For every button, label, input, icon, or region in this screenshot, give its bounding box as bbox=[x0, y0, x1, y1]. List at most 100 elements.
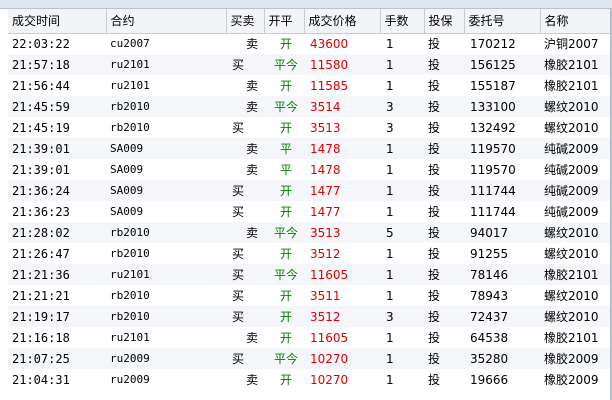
cell-side: 买 bbox=[226, 54, 264, 75]
cell-order-id: 133100 bbox=[464, 96, 540, 117]
cell-hedge: 投 bbox=[428, 205, 441, 219]
table-row[interactable]: 21:45:59 rb2010 卖平今 3514 3 投 133100 螺纹2010 bbox=[8, 96, 612, 117]
cell-name: 橡胶2009 bbox=[540, 348, 612, 369]
cell-time: 21:45:19 bbox=[12, 120, 70, 135]
cell-order-id: 119570 bbox=[464, 138, 540, 159]
table-row[interactable]: 21:04:31 ru2009 卖 开 10270 1 投 19666 橡胶2009 bbox=[8, 369, 612, 390]
table-row[interactable]: 21:28:02 rb2010 卖平今 3513 5 投 94017 螺纹2010 bbox=[8, 222, 612, 243]
cell-open-close: 开 bbox=[279, 373, 292, 387]
cell-order-id: 19666 bbox=[470, 372, 509, 387]
cell-name: 橡胶2101 bbox=[540, 264, 612, 285]
cell-qty: 3 bbox=[380, 96, 424, 117]
cell-contract: rb2010 bbox=[110, 289, 150, 302]
cell-hedge: 投 bbox=[424, 348, 464, 369]
cell-price: 1478 bbox=[310, 162, 341, 177]
cell-qty: 1 bbox=[386, 204, 394, 219]
trade-records-grid: 成交时间 合约 买卖 开平 成交价格 手数 投保 委托号 名称 22:03:22… bbox=[8, 9, 612, 400]
table-row[interactable]: 21:07:25 ru2009 买平今 10270 1 投 35280 橡胶2009 bbox=[8, 348, 612, 369]
cell-qty: 1 bbox=[386, 246, 394, 261]
cell-time: 21:26:47 bbox=[12, 246, 70, 261]
cell-qty: 3 bbox=[380, 306, 424, 327]
cell-side: 卖 bbox=[226, 222, 264, 243]
table-row[interactable]: 21:39:01 SA009 卖平 1478 1 投 119570 纯碱2009 bbox=[8, 159, 612, 180]
col-header-side[interactable]: 买卖 bbox=[226, 9, 265, 34]
col-header-name[interactable]: 名称 bbox=[540, 9, 612, 34]
cell-order-id: 91255 bbox=[470, 246, 509, 261]
cell-qty: 1 bbox=[380, 138, 424, 159]
cell-side: 卖 bbox=[245, 373, 258, 387]
col-header-open-close[interactable]: 开平 bbox=[264, 9, 305, 34]
cell-hedge: 投 bbox=[428, 247, 441, 261]
table-row[interactable]: 21:21:36 ru2101 买平今 11605 1 投 78146 橡胶2101 bbox=[8, 264, 612, 285]
top-panel-border bbox=[0, 0, 612, 9]
cell-order-id: 35280 bbox=[464, 348, 540, 369]
table-row[interactable]: 21:39:01 SA009 卖平 1478 1 投 119570 纯碱2009 bbox=[8, 138, 612, 159]
cell-name: 纯碱2009 bbox=[540, 180, 612, 201]
cell-name: 纯碱2009 bbox=[540, 138, 612, 159]
table-row[interactable]: 21:16:18 ru2101 卖 开 11605 1 投 64538 橡胶2101 bbox=[8, 327, 612, 348]
cell-name: 沪铜2007 bbox=[544, 37, 599, 52]
cell-order-id: 170212 bbox=[470, 36, 516, 51]
cell-price: 11580 bbox=[304, 54, 380, 75]
cell-open-close: 平今 bbox=[264, 54, 304, 75]
table-row[interactable]: 21:57:18 ru2101 买平今 11580 1 投 156125 橡胶2101 bbox=[8, 54, 612, 75]
cell-contract: rb2010 bbox=[106, 96, 226, 117]
cell-order-id: 111744 bbox=[464, 180, 540, 201]
cell-time: 21:36:23 bbox=[12, 204, 70, 219]
table-row[interactable]: 21:19:17 rb2010 买开 3512 3 投 72437 螺纹2010 bbox=[8, 306, 612, 327]
col-header-qty[interactable]: 手数 bbox=[380, 9, 425, 34]
table-row[interactable]: 21:36:24 SA009 买开 1477 1 投 111744 纯碱2009 bbox=[8, 180, 612, 201]
cell-name: 螺纹2010 bbox=[544, 121, 599, 135]
cell-name: 纯碱2009 bbox=[544, 205, 599, 219]
cell-time: 22:03:22 bbox=[12, 36, 70, 51]
table-row[interactable]: 21:21:21 rb2010 买 开 3511 1 投 78943 螺纹2010 bbox=[8, 285, 612, 306]
cell-qty: 1 bbox=[380, 264, 424, 285]
cell-qty: 1 bbox=[386, 78, 394, 93]
cell-price: 3513 bbox=[310, 120, 341, 135]
table-row[interactable]: 21:45:19 rb2010 买 开 3513 3 投 132492 螺纹2010 bbox=[8, 117, 612, 138]
col-header-hedge[interactable]: 投保 bbox=[424, 9, 465, 34]
cell-order-id: 72437 bbox=[464, 306, 540, 327]
cell-time: 21:28:02 bbox=[8, 222, 106, 243]
cell-time: 21:21:21 bbox=[12, 288, 70, 303]
col-header-price[interactable]: 成交价格 bbox=[304, 9, 381, 34]
col-header-time[interactable]: 成交时间 bbox=[8, 9, 107, 34]
cell-contract: ru2101 bbox=[106, 54, 226, 75]
col-header-order-id[interactable]: 委托号 bbox=[464, 9, 541, 34]
cell-hedge: 投 bbox=[428, 373, 441, 387]
cell-price: 3512 bbox=[304, 306, 380, 327]
cell-time: 21:04:31 bbox=[12, 372, 70, 387]
cell-price: 3514 bbox=[304, 96, 380, 117]
cell-contract: rb2010 bbox=[106, 222, 226, 243]
cell-hedge: 投 bbox=[428, 289, 441, 303]
cell-open-close: 平今 bbox=[264, 96, 304, 117]
cell-price: 1477 bbox=[310, 204, 341, 219]
cell-order-id: 155187 bbox=[470, 78, 516, 93]
cell-price: 3511 bbox=[310, 288, 341, 303]
table-row[interactable]: 21:56:44 ru2101 卖 开 11585 1 投 155187 橡胶2101 bbox=[8, 75, 612, 96]
cell-open-close: 平今 bbox=[264, 264, 304, 285]
cell-open-close: 开 bbox=[264, 306, 304, 327]
cell-name: 螺纹2010 bbox=[540, 222, 612, 243]
cell-time: 21:45:59 bbox=[8, 96, 106, 117]
cell-time: 21:36:24 bbox=[8, 180, 106, 201]
cell-contract: ru2101 bbox=[106, 264, 226, 285]
table-row[interactable]: 22:03:22 cu2007 卖 开 43600 1 投 170212 沪铜2007 bbox=[8, 33, 612, 54]
cell-order-id: 132492 bbox=[470, 120, 516, 135]
cell-qty: 5 bbox=[380, 222, 424, 243]
col-header-contract[interactable]: 合约 bbox=[106, 9, 227, 34]
table-row[interactable]: 21:26:47 rb2010 买 开 3512 1 投 91255 螺纹2010 bbox=[8, 243, 612, 264]
cell-qty: 1 bbox=[386, 162, 394, 177]
cell-time: 21:16:18 bbox=[12, 330, 70, 345]
cell-qty: 1 bbox=[386, 36, 394, 51]
cell-time: 21:07:25 bbox=[8, 348, 106, 369]
cell-contract: rb2010 bbox=[110, 121, 150, 134]
cell-open-close: 开 bbox=[279, 289, 292, 303]
cell-open-close: 平今 bbox=[264, 222, 304, 243]
cell-open-close: 开 bbox=[279, 79, 292, 93]
table-row[interactable]: 21:36:23 SA009 买 开 1477 1 投 111744 纯碱2009 bbox=[8, 201, 612, 222]
cell-side: 卖 bbox=[245, 163, 258, 177]
cell-name: 纯碱2009 bbox=[544, 163, 599, 177]
cell-price: 43600 bbox=[310, 36, 349, 51]
cell-qty: 1 bbox=[386, 372, 394, 387]
